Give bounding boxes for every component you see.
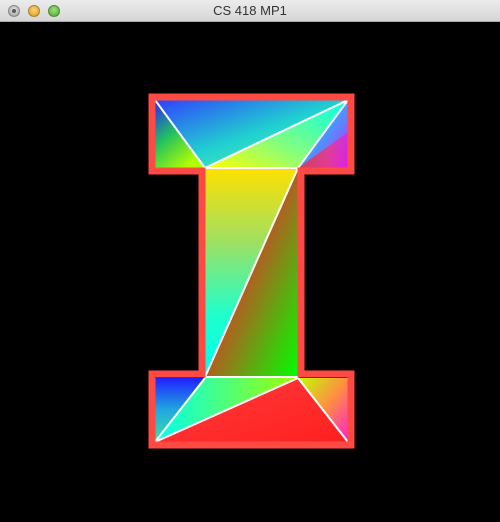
gl-canvas — [0, 22, 500, 522]
bottom-bar — [155, 378, 348, 442]
top-bar — [155, 100, 348, 168]
app-window: CS 418 MP1 — [0, 0, 500, 522]
window-title: CS 418 MP1 — [213, 3, 287, 18]
title-bar[interactable]: CS 418 MP1 — [0, 0, 500, 22]
i-beam-drawing — [148, 93, 355, 449]
